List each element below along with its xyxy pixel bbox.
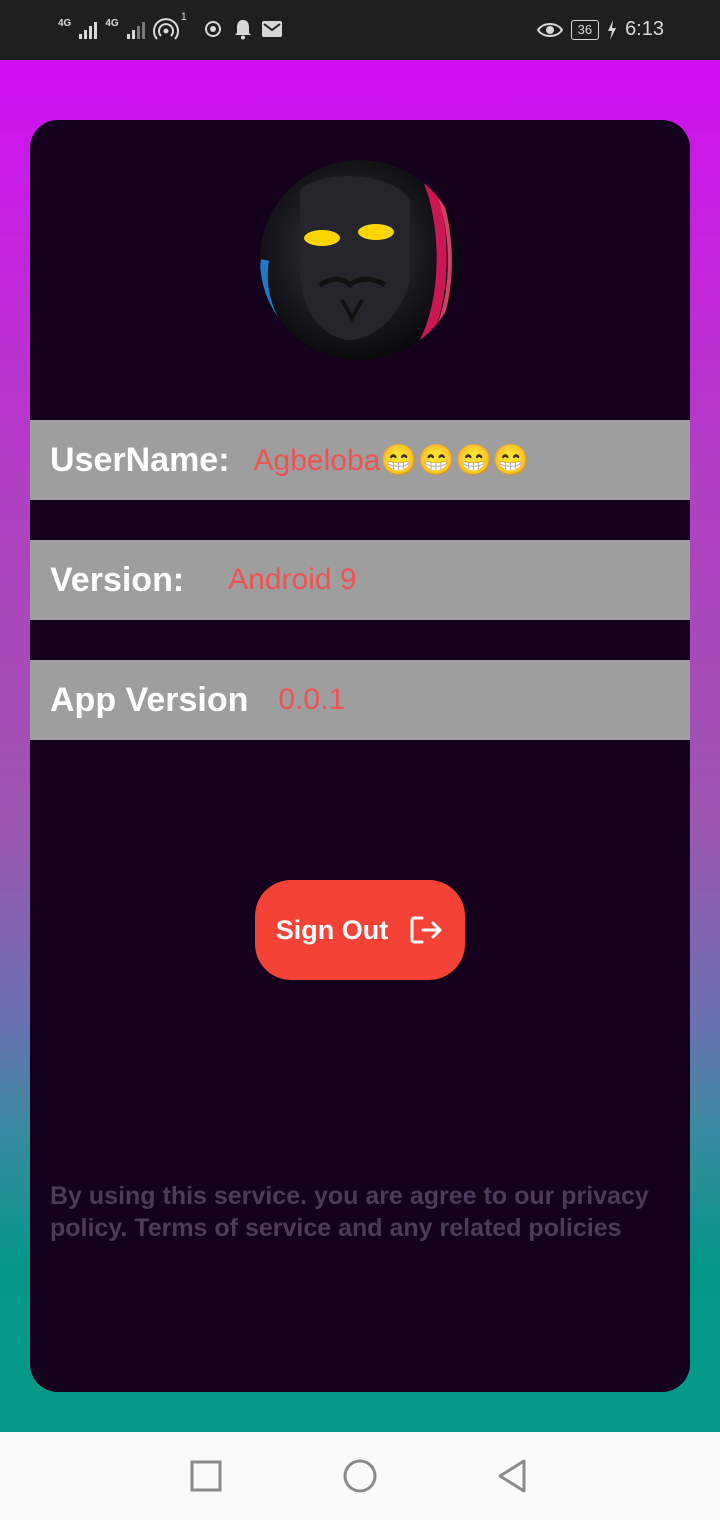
version-label: Version:	[50, 560, 185, 599]
notification-icon	[234, 20, 251, 40]
charging-icon	[608, 19, 617, 40]
system-nav-bar	[0, 1432, 720, 1520]
nav-home-icon[interactable]	[342, 1458, 378, 1494]
profile-card: UserName: Agbeloba😁😁😁😁 Version: Android …	[30, 120, 690, 1392]
hotspot-badge: 1	[180, 11, 187, 23]
username-label: UserName:	[50, 440, 230, 479]
eye-icon	[536, 22, 563, 37]
version-value: Android 9	[228, 563, 357, 596]
signal-icon-2	[126, 19, 145, 39]
sign-out-icon	[410, 916, 442, 944]
mail-icon	[261, 21, 282, 37]
nav-back-icon[interactable]	[494, 1458, 530, 1494]
app-version-value: 0.0.1	[278, 683, 346, 716]
battery-indicator: 36	[570, 19, 600, 40]
policy-text: By using this service. you are agree to …	[50, 1182, 649, 1242]
username-value: Agbeloba😁😁😁😁	[253, 443, 530, 477]
mask-avatar-image	[260, 176, 452, 353]
hotspot-icon	[152, 18, 179, 40]
app-version-label: App Version	[50, 680, 249, 719]
username-row: UserName: Agbeloba😁😁😁😁	[30, 420, 690, 500]
app-version-row: App Version 0.0.1	[30, 660, 690, 740]
version-row: Version: Android 9	[30, 540, 690, 620]
data-saver-icon	[204, 21, 221, 37]
nav-recents-icon[interactable]	[188, 1458, 224, 1494]
network-type-label-1: 4G	[58, 17, 72, 29]
sign-out-label: Sign Out	[275, 914, 389, 945]
status-right-icons: 36 6:13	[536, 18, 664, 41]
signal-icon	[79, 19, 98, 39]
sign-out-button[interactable]: Sign Out	[255, 880, 465, 980]
status-left-icons: 4G 4G 1	[58, 11, 283, 42]
network-type-label-2: 4G	[105, 17, 119, 29]
status-bar: 4G 4G 1 36 6:13	[0, 0, 720, 60]
status-time: 6:13	[625, 18, 664, 40]
avatar	[260, 160, 460, 360]
